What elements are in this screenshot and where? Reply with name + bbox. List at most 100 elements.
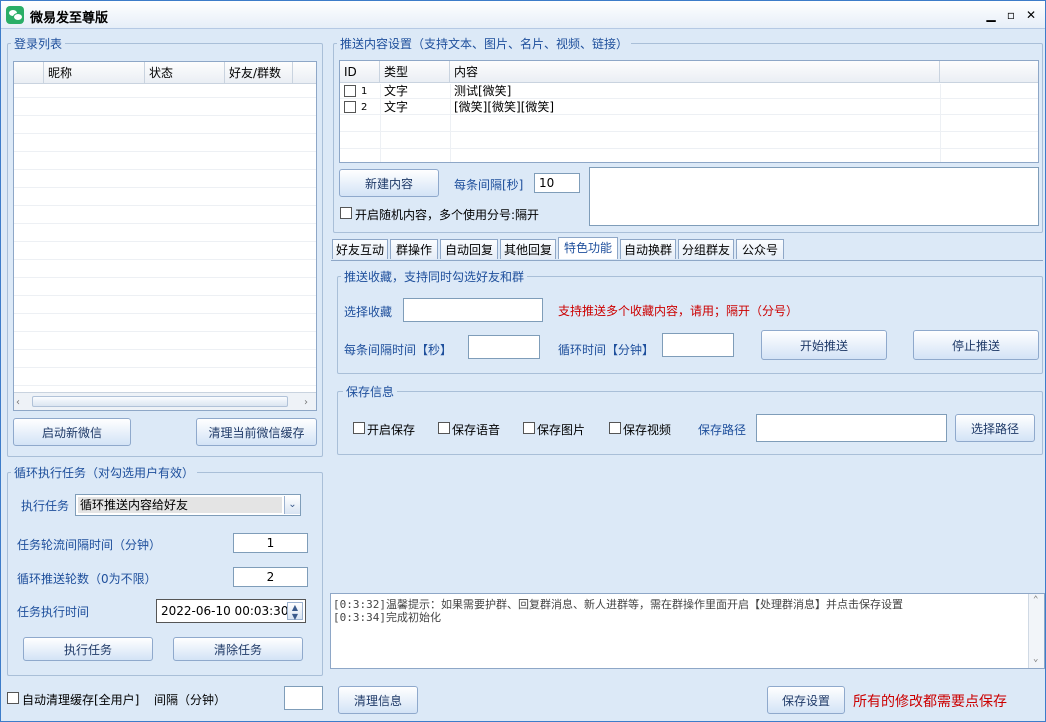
tab-friend-interaction[interactable]: 好友互动 — [332, 239, 388, 259]
table-header-type[interactable]: 类型 — [380, 61, 450, 83]
clear-task-button[interactable]: 清除任务 — [173, 637, 303, 661]
tab-auto-reply[interactable]: 自动回复 — [440, 239, 498, 259]
login-list-title: 登录列表 — [11, 35, 66, 52]
start-push-button[interactable]: 开始推送 — [761, 330, 887, 360]
auto-clear-interval-input[interactable] — [284, 686, 323, 710]
time-label: 任务执行时间 — [17, 605, 90, 619]
table-row[interactable]: 2 文字 [微笑][微笑][微笑] — [340, 100, 1038, 115]
row-checkbox[interactable] — [344, 85, 356, 97]
interval-label: 任务轮流间隔时间（分钟） — [17, 538, 162, 552]
start-wechat-button[interactable]: 启动新微信 — [13, 418, 131, 446]
table-header-cell — [293, 62, 316, 84]
enable-save-checkbox[interactable] — [353, 422, 365, 434]
horizontal-scrollbar[interactable]: ‹ › — [14, 392, 316, 410]
scroll-down-icon[interactable]: ⌄ — [1033, 654, 1038, 664]
chevron-down-icon[interactable]: ⌄ — [284, 496, 300, 514]
scroll-right-icon[interactable]: › — [304, 397, 308, 408]
rounds-input[interactable]: 2 — [233, 567, 308, 587]
clear-cache-button[interactable]: 清理当前微信缓存 — [196, 418, 317, 446]
interval-input[interactable]: 1 — [233, 533, 308, 553]
select-favorites-label: 选择收藏 — [344, 305, 393, 319]
favorites-title: 推送收藏，支持同时勾选好友和群 — [341, 268, 528, 285]
table-header-id[interactable]: ID — [340, 61, 380, 83]
close-icon[interactable]: ✕ — [1023, 7, 1039, 23]
favorites-interval-input[interactable] — [468, 335, 540, 359]
table-row-empty — [340, 116, 1038, 132]
tab-group-ops[interactable]: 群操作 — [390, 239, 438, 259]
save-settings-button[interactable]: 保存设置 — [767, 686, 845, 714]
save-voice-checkbox[interactable] — [438, 422, 450, 434]
datetime-value: 2022-06-10 00:03:30 — [161, 604, 289, 618]
save-path-label: 保存路径 — [698, 423, 747, 437]
tab-official-account[interactable]: 公众号 — [736, 239, 784, 259]
push-interval-label: 每条间隔[秒] — [454, 178, 524, 192]
spinner-icon[interactable]: ▲ ▼ — [287, 602, 303, 621]
tab-features[interactable]: 特色功能 — [558, 237, 618, 259]
login-list-grid[interactable]: 昵称 状态 好友/群数 ‹ › — [13, 61, 317, 411]
enable-save-label: 开启保存 — [367, 423, 416, 437]
tab-bar: 好友互动 群操作 自动回复 其他回复 特色功能 自动换群 分组群友 公众号 — [331, 237, 1043, 261]
table-row-empty — [340, 133, 1038, 149]
column-divider — [940, 84, 941, 162]
table-row[interactable]: 1 文字 测试[微笑] — [340, 84, 1038, 99]
window-title: 微易发至尊版 — [30, 11, 109, 26]
auto-clear-checkbox[interactable] — [7, 692, 19, 704]
tab-group-members[interactable]: 分组群友 — [678, 239, 734, 259]
table-header-nickname[interactable]: 昵称 — [44, 62, 145, 84]
maximize-icon[interactable]: ▫ — [1003, 7, 1019, 23]
auto-clear-label: 自动清理缓存[全用户] — [22, 693, 140, 707]
log-panel[interactable]: [0:3:32]温馨提示：如果需要护群、回复群消息、新人进群等，需在群操作里面开… — [330, 593, 1045, 669]
stop-push-button[interactable]: 停止推送 — [913, 330, 1039, 360]
minimize-icon[interactable]: ▁ — [983, 7, 999, 23]
row-content: [微笑][微笑][微笑] — [454, 100, 555, 114]
content-preview-box[interactable] — [589, 167, 1039, 226]
row-content: 测试[微笑] — [454, 84, 512, 98]
table-header-status[interactable]: 状态 — [145, 62, 225, 84]
vertical-scrollbar[interactable]: ⌃ ⌄ — [1028, 594, 1044, 668]
loop-task-title: 循环执行任务（对勾选用户有效） — [11, 464, 198, 481]
table-header-content[interactable]: 内容 — [450, 61, 940, 83]
rounds-label: 循环推送轮数（0为不限） — [17, 572, 157, 586]
favorites-hint: 支持推送多个收藏内容，请用；隔开（分号） — [558, 304, 799, 318]
save-image-checkbox[interactable] — [523, 422, 535, 434]
row-type: 文字 — [384, 100, 409, 114]
push-content-table[interactable]: ID 类型 内容 1 文字 测试[微笑] 2 文字 [微笑][微笑][微笑] — [339, 60, 1039, 163]
title-bar: 微易发至尊版 ▁ ▫ ✕ — [1, 1, 1045, 29]
task-select[interactable]: 循环推送内容给好友 ⌄ — [75, 494, 301, 516]
wechat-icon — [6, 6, 24, 24]
select-favorites-input[interactable] — [403, 298, 543, 322]
push-interval-input[interactable]: 10 — [534, 173, 580, 193]
tab-auto-switch-group[interactable]: 自动换群 — [620, 239, 676, 259]
save-path-input[interactable] — [756, 414, 947, 442]
save-image-label: 保存图片 — [537, 423, 586, 437]
scrollbar-thumb[interactable] — [32, 396, 288, 407]
random-content-checkbox[interactable] — [340, 207, 352, 219]
datetime-picker[interactable]: 2022-06-10 00:03:30 ▲ ▼ — [156, 599, 306, 623]
favorites-loop-input[interactable] — [662, 333, 734, 357]
clear-info-button[interactable]: 清理信息 — [338, 686, 418, 714]
log-line: [0:3:34]完成初始化 — [333, 611, 441, 624]
save-video-checkbox[interactable] — [609, 422, 621, 434]
auto-clear-interval-label: 间隔（分钟） — [154, 693, 227, 707]
favorites-loop-label: 循环时间【分钟】 — [558, 343, 655, 357]
save-reminder-note: 所有的修改都需要点保存 — [853, 694, 1007, 710]
save-info-title: 保存信息 — [343, 383, 398, 400]
row-type: 文字 — [384, 84, 409, 98]
new-content-button[interactable]: 新建内容 — [339, 169, 439, 197]
execute-task-button[interactable]: 执行任务 — [23, 637, 153, 661]
task-label: 执行任务 — [21, 499, 70, 513]
app-window: 微易发至尊版 ▁ ▫ ✕ 登录列表 昵称 状态 好友/群数 ‹ › 启动新微信 … — [0, 0, 1046, 722]
tab-other-reply[interactable]: 其他回复 — [500, 239, 556, 259]
random-content-label: 开启随机内容，多个使用分号:隔开 — [355, 208, 540, 222]
scroll-left-icon[interactable]: ‹ — [16, 397, 20, 408]
column-divider — [450, 84, 451, 162]
choose-path-button[interactable]: 选择路径 — [955, 414, 1035, 442]
task-select-value: 循环推送内容给好友 — [78, 497, 282, 513]
table-header-cell — [14, 62, 44, 84]
scroll-up-icon[interactable]: ⌃ — [1033, 595, 1038, 605]
row-checkbox[interactable] — [344, 101, 356, 113]
push-settings-title: 推送内容设置（支持文本、图片、名片、视频、链接） — [337, 35, 632, 52]
table-header-cell — [940, 61, 1038, 83]
table-header-friends[interactable]: 好友/群数 — [225, 62, 293, 84]
favorites-interval-label: 每条间隔时间【秒】 — [344, 343, 453, 357]
